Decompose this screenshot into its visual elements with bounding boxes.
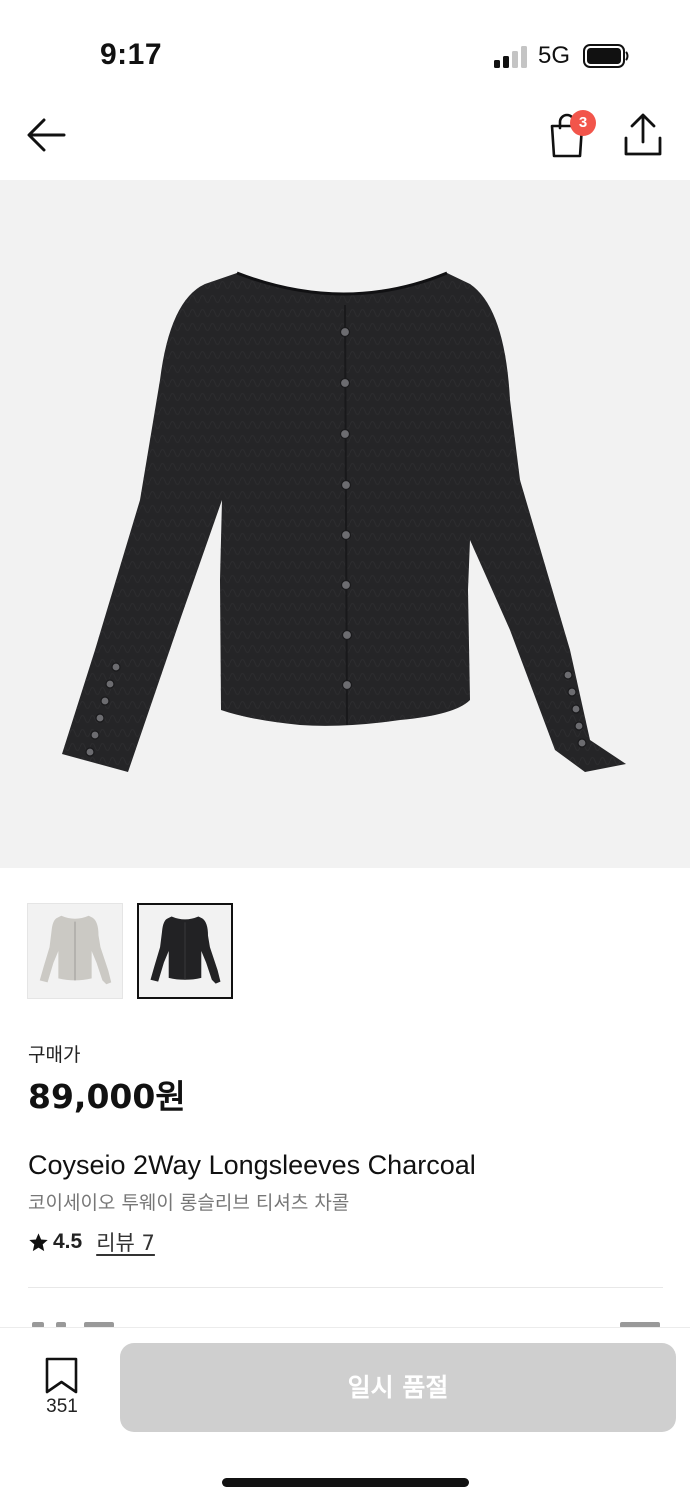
bottom-action-bar: 351 일시 품절 — [0, 1327, 690, 1500]
rating-value: 4.5 — [53, 1230, 83, 1253]
sold-out-button[interactable]: 일시 품절 — [120, 1343, 676, 1432]
rating-row: 4.5 리뷰 7 — [28, 1228, 155, 1256]
product-main-image[interactable] — [0, 180, 690, 868]
bookmark-icon — [45, 1357, 78, 1394]
price-label: 구매가 — [28, 1044, 81, 1066]
cellular-signal-icon — [494, 46, 528, 68]
thumbnail-light-gray[interactable] — [27, 903, 123, 999]
product-name-english: Coyseio 2Way Longsleeves Charcoal — [28, 1150, 476, 1180]
product-price: 89,000원 — [28, 1077, 186, 1116]
section-divider — [28, 1287, 663, 1288]
battery-icon — [583, 44, 629, 68]
product-name-korean: 코이세이오 투웨이 롱슬리브 티셔츠 차콜 — [28, 1192, 350, 1214]
charcoal-cardigan-thumb-image — [150, 916, 221, 984]
review-link[interactable]: 리뷰 7 — [96, 1227, 155, 1257]
network-type: 5G — [538, 42, 571, 69]
status-bar: 9:17 5G — [0, 0, 690, 100]
home-indicator — [222, 1478, 469, 1487]
back-arrow-icon[interactable] — [22, 112, 72, 158]
cart-count-badge: 3 — [570, 110, 596, 136]
thumbnail-charcoal[interactable] — [137, 903, 233, 999]
status-time: 9:17 — [100, 38, 163, 71]
charcoal-cardigan-image — [62, 271, 626, 772]
cart-button[interactable]: 3 — [544, 108, 600, 158]
top-nav-bar: 3 — [0, 100, 690, 180]
share-icon[interactable] — [622, 112, 664, 158]
bookmark-count: 351 — [46, 1396, 78, 1417]
star-icon — [29, 1232, 48, 1251]
light-gray-cardigan-image — [39, 915, 112, 985]
bookmark-button[interactable]: 351 — [36, 1356, 88, 1420]
